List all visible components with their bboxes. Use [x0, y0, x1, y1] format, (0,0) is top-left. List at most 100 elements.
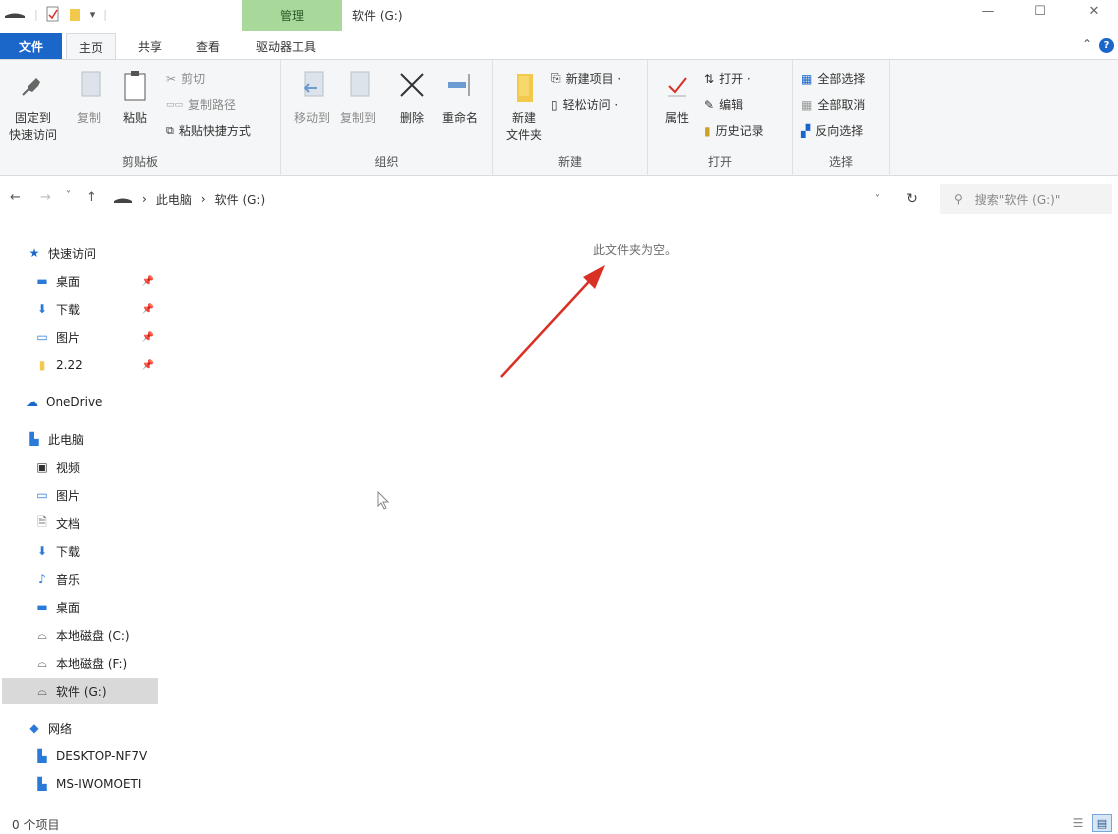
quick-access-toolbar: | ▾ |	[4, 6, 107, 22]
tab-file[interactable]: 文件	[0, 33, 62, 59]
large-icons-view-icon: ▤	[1096, 816, 1108, 830]
new-item-icon: ⎘	[551, 71, 561, 85]
easy-access-button[interactable]: ▯ 轻松访问 ·	[551, 96, 618, 113]
network-icon: ◆	[29, 721, 39, 735]
collapse-ribbon-icon[interactable]: ⌃	[1082, 37, 1092, 51]
sidebar-item-desktop[interactable]: ▬ 桌面 📌	[34, 268, 158, 294]
empty-folder-message: 此文件夹为空。	[593, 243, 678, 257]
select-all-button[interactable]: ▦ 全部选择	[801, 70, 865, 87]
minimize-button[interactable]: —	[968, 4, 1008, 26]
close-button[interactable]: ✕	[1074, 4, 1114, 26]
breadcrumb-separator: ›	[200, 192, 206, 206]
sidebar-item-this-pc[interactable]: ▙ 此电脑	[26, 426, 184, 452]
tab-share[interactable]: 共享	[138, 38, 162, 55]
maximize-button[interactable]: ☐	[1020, 4, 1060, 26]
sidebar-item-folder-2-22[interactable]: ▮ 2.22 📌	[34, 352, 158, 378]
qat-dropdown-icon[interactable]: ▾	[90, 8, 96, 21]
sidebar-item-drive-c[interactable]: ⌓ 本地磁盘 (C:)	[34, 622, 158, 648]
properties-button[interactable]: 属性	[650, 68, 704, 127]
sidebar-item-pictures-pc[interactable]: ▭ 图片	[34, 482, 158, 508]
sidebar-item-onedrive[interactable]: ☁ OneDrive	[24, 389, 182, 415]
large-icons-view-button[interactable]: ▤	[1092, 814, 1112, 832]
sidebar-item-pictures[interactable]: ▭ 图片 📌	[34, 324, 158, 350]
address-bar[interactable]: › 此电脑 › 软件 (G:) ˅	[104, 184, 889, 214]
back-button[interactable]: ←	[10, 190, 21, 205]
easy-access-icon: ▯	[551, 97, 558, 112]
rename-button[interactable]: 重命名	[433, 68, 487, 127]
copy-label: 复制	[76, 111, 101, 125]
edit-label: 编辑	[719, 98, 744, 112]
pin-quick-access-button[interactable]: 固定到 快速访问	[4, 68, 62, 144]
download-icon: ⬇	[36, 544, 48, 558]
sidebar-item-network[interactable]: ◆ 网络	[26, 715, 184, 741]
history-button[interactable]: ▮ 历史记录	[704, 122, 764, 139]
mouse-cursor-icon	[377, 491, 390, 510]
group-organize: 移动到 复制到 删除 重命名 组织	[281, 60, 493, 176]
group-clipboard: 固定到 快速访问 复制 粘贴 ✂ 剪切 ▭▭ 复制路径 ⧉ 粘贴快捷方式 剪贴板	[0, 60, 281, 176]
select-all-icon: ▦	[801, 71, 813, 86]
invert-selection-icon: ▞	[801, 123, 811, 138]
copy-to-button[interactable]: 复制到	[331, 68, 385, 127]
sidebar-item-label: 桌面	[56, 600, 81, 615]
breadcrumb-drive-g[interactable]: 软件 (G:)	[215, 191, 266, 208]
copy-to-label: 复制到	[339, 111, 376, 125]
pin-label: 固定到 快速访问	[8, 111, 57, 142]
navigation-pane: ★ 快速访问 ▬ 桌面 📌 ⬇ 下载 📌 ▭ 图片 📌 ▮ 2.22 📌 ☁ O…	[0, 227, 165, 812]
status-bar: 0 个项目 ☰ ▤	[0, 812, 1118, 834]
recent-locations-button[interactable]: ˅	[66, 190, 71, 201]
address-dropdown-icon[interactable]: ˅	[875, 194, 880, 205]
refresh-button[interactable]: ↻	[896, 184, 928, 214]
new-folder-button[interactable]: 新建 文件夹	[497, 68, 551, 144]
tab-home[interactable]: 主页	[66, 33, 117, 59]
properties-icon[interactable]	[46, 6, 60, 22]
sidebar-item-label: 软件 (G:)	[56, 684, 107, 699]
paste-shortcut-button[interactable]: ⧉ 粘贴快捷方式	[166, 122, 251, 139]
sidebar-item-downloads[interactable]: ⬇ 下载 📌	[34, 296, 158, 322]
sidebar-item-documents[interactable]: 🗎 文档	[34, 510, 158, 536]
sidebar-item-quick-access[interactable]: ★ 快速访问	[26, 240, 184, 266]
computer-icon: ▙	[37, 749, 47, 763]
breadcrumb-this-pc[interactable]: 此电脑	[156, 191, 192, 208]
sidebar-item-network-ms[interactable]: ▙ MS-IWOMOETI	[34, 771, 158, 797]
new-folder-icon[interactable]	[68, 6, 82, 22]
help-icon[interactable]: ?	[1099, 38, 1114, 53]
new-item-button[interactable]: ⎘ 新建项目 ·	[551, 70, 621, 87]
tab-view[interactable]: 查看	[196, 38, 220, 55]
paste-button[interactable]: 粘贴	[108, 68, 162, 127]
select-none-button[interactable]: ▦ 全部取消	[801, 96, 865, 113]
delete-button[interactable]: 删除	[385, 68, 439, 127]
drive-icon: ⌓	[37, 627, 47, 642]
details-view-button[interactable]: ☰	[1068, 814, 1088, 832]
sidebar-item-videos[interactable]: ▣ 视频	[34, 454, 158, 480]
search-input[interactable]: ⚲ 搜索"软件 (G:)"	[940, 184, 1112, 214]
forward-button[interactable]: →	[40, 190, 51, 205]
pin-icon[interactable]: 📌	[142, 360, 154, 371]
group-label-organize: 组织	[374, 155, 399, 169]
pin-icon[interactable]: 📌	[142, 332, 154, 343]
sidebar-item-downloads-pc[interactable]: ⬇ 下载	[34, 538, 158, 564]
copy-path-button[interactable]: ▭▭ 复制路径	[166, 96, 236, 113]
edit-button[interactable]: ✎ 编辑	[704, 96, 743, 113]
item-count: 0 个项目	[12, 818, 60, 832]
sidebar-item-drive-f[interactable]: ⌓ 本地磁盘 (F:)	[34, 650, 158, 676]
sidebar-item-music[interactable]: ♪ 音乐	[34, 566, 158, 592]
group-label-clipboard: 剪贴板	[121, 155, 158, 169]
sidebar-item-desktop-pc[interactable]: ▬ 桌面	[34, 594, 158, 620]
pin-icon[interactable]: 📌	[142, 276, 154, 287]
paste-icon	[124, 71, 146, 101]
group-label-open: 打开	[707, 155, 732, 169]
sidebar-item-drive-g[interactable]: ⌓ 软件 (G:)	[2, 678, 158, 704]
tab-drive-tools[interactable]: 驱动器工具	[256, 38, 316, 55]
invert-selection-button[interactable]: ▞ 反向选择	[801, 122, 863, 139]
sidebar-item-network-desktop[interactable]: ▙ DESKTOP-NF7V	[34, 743, 158, 769]
music-icon: ♪	[38, 572, 46, 586]
select-none-icon: ▦	[801, 97, 813, 112]
pin-icon[interactable]: 📌	[142, 304, 154, 315]
cut-button[interactable]: ✂ 剪切	[166, 70, 205, 87]
tab-manage[interactable]: 管理	[242, 0, 342, 31]
folder-icon	[517, 74, 533, 102]
file-list-area[interactable]: 此文件夹为空。	[165, 217, 1118, 812]
up-button[interactable]: ↑	[86, 190, 97, 205]
open-button[interactable]: ⇅ 打开 ·	[704, 70, 751, 87]
copy-path-icon: ▭▭	[166, 99, 184, 110]
